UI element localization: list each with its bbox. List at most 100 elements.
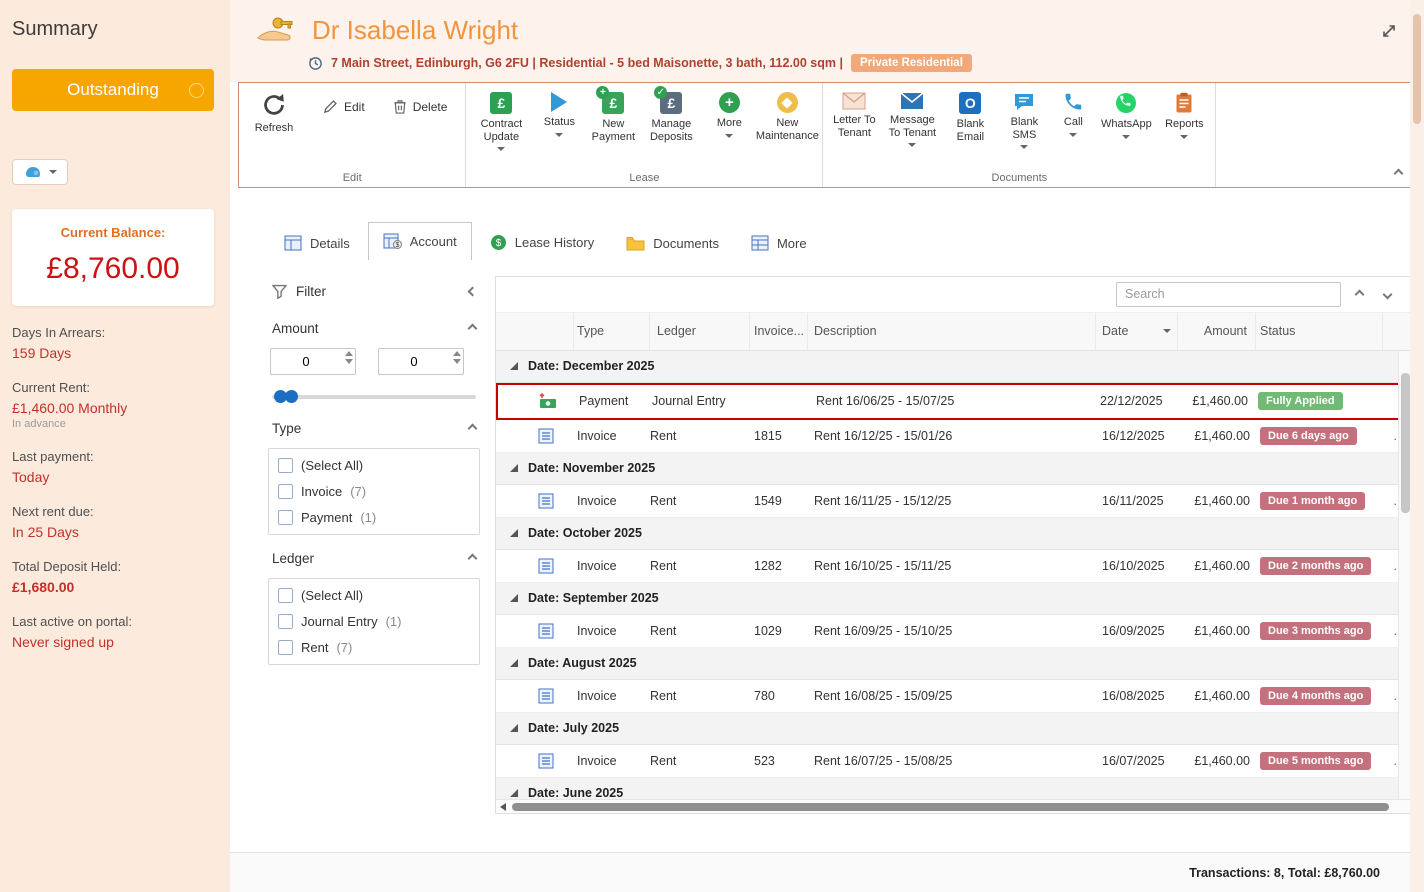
search-input[interactable] <box>1116 281 1341 307</box>
blank-sms-button[interactable]: Blank SMS <box>999 87 1049 150</box>
amount-max-field[interactable] <box>378 348 464 375</box>
outstanding-button[interactable]: Outstanding <box>12 69 214 111</box>
tab-lease-history[interactable]: $ Lease History <box>476 225 608 260</box>
history-icon[interactable] <box>308 56 323 71</box>
amount-min-field[interactable] <box>270 348 356 375</box>
spinner-up-icon[interactable] <box>345 351 353 356</box>
filter-section-amount[interactable]: Amount <box>268 321 480 336</box>
column-header-description[interactable]: Description <box>808 312 1096 350</box>
call-button[interactable]: Call <box>1053 87 1093 137</box>
group-header[interactable]: Date: October 2025 <box>496 517 1411 550</box>
message-to-tenant-button[interactable]: Message To Tenant <box>883 87 941 148</box>
column-header-status[interactable]: Status <box>1256 312 1383 350</box>
table-row[interactable]: Invoice Rent 1029 Rent 16/09/25 - 15/10/… <box>496 614 1411 648</box>
scrollbar-thumb[interactable] <box>1401 372 1410 513</box>
ledger-option-rent[interactable]: Rent (7) <box>278 640 470 655</box>
group-header[interactable]: Date: July 2025 <box>496 712 1411 745</box>
grid-header-row: Type Ledger Invoice... Description Date … <box>496 312 1411 351</box>
expand-icon[interactable] <box>1380 22 1398 40</box>
page-scrollbar[interactable] <box>1410 0 1424 892</box>
column-header-icon[interactable] <box>496 312 574 350</box>
edit-button[interactable]: Edit <box>317 95 371 118</box>
ribbon-collapse-button[interactable] <box>1389 165 1407 181</box>
grid-search-row <box>496 277 1411 313</box>
checkbox[interactable] <box>278 484 293 499</box>
group-expand-icon <box>510 594 518 603</box>
checkbox[interactable] <box>278 588 293 603</box>
letter-to-tenant-button[interactable]: Letter To Tenant <box>829 87 879 139</box>
message-icon <box>900 92 924 109</box>
group-header[interactable]: Date: August 2025 <box>496 647 1411 680</box>
amount-range-slider[interactable] <box>272 389 476 405</box>
column-header-ledger[interactable]: Ledger <box>650 312 750 350</box>
table-row[interactable]: Invoice Rent 1282 Rent 16/10/25 - 15/11/… <box>496 549 1411 583</box>
lease-more-button[interactable]: + More <box>704 87 754 138</box>
ribbon-toolbar: Refresh Edit Delete Edit £ Contract Upda… <box>238 82 1416 188</box>
new-maintenance-button[interactable]: New Maintenance <box>756 87 819 142</box>
type-option-select-all[interactable]: (Select All) <box>278 458 470 473</box>
group-expand-icon <box>510 464 518 473</box>
delete-button[interactable]: Delete <box>387 95 454 118</box>
tab-account[interactable]: $ Account <box>367 222 472 260</box>
group-header[interactable]: Date: June 2025 <box>496 777 1411 800</box>
contract-update-button[interactable]: £ Contract Update <box>472 87 530 152</box>
ribbon-group-lease: £ Contract Update Status £ + New Payment… <box>466 83 824 187</box>
tab-details[interactable]: Details <box>270 226 364 260</box>
spinner-down-icon[interactable] <box>453 359 461 364</box>
checkbox[interactable] <box>278 614 293 629</box>
whatsapp-button[interactable]: WhatsApp <box>1097 87 1155 139</box>
group-header[interactable]: Date: December 2025 <box>496 350 1411 383</box>
type-option-invoice[interactable]: Invoice (7) <box>278 484 470 499</box>
blank-email-button[interactable]: O Blank Email <box>945 87 995 143</box>
manage-deposits-button[interactable]: £ ✓ Manage Deposits <box>642 86 700 143</box>
table-row[interactable]: Invoice Rent 523 Rent 16/07/25 - 15/08/2… <box>496 744 1411 778</box>
spinner-down-icon[interactable] <box>345 359 353 364</box>
slider-track[interactable] <box>272 395 476 399</box>
refresh-button[interactable]: Refresh <box>245 87 303 135</box>
reports-button[interactable]: Reports <box>1159 87 1209 139</box>
status-badge: Due 2 months ago <box>1260 556 1372 575</box>
new-payment-button[interactable]: £ + New Payment <box>588 86 638 143</box>
scrollbar-thumb[interactable] <box>512 803 1389 812</box>
filter-dropdown-icon[interactable] <box>1163 329 1171 334</box>
checkbox[interactable] <box>278 510 293 525</box>
filter-section-ledger[interactable]: Ledger <box>268 551 480 566</box>
tab-documents[interactable]: Documents <box>612 227 733 260</box>
slider-handle-max[interactable] <box>285 390 298 403</box>
column-header-date[interactable]: Date <box>1096 312 1178 350</box>
column-header-invoice[interactable]: Invoice... <box>750 312 808 350</box>
amount-max-input[interactable] <box>379 349 463 374</box>
ledger-option-select-all[interactable]: (Select All) <box>278 588 470 603</box>
expand-all-button[interactable] <box>1377 284 1397 304</box>
table-row[interactable]: Invoice Rent 1815 Rent 16/12/25 - 15/01/… <box>496 419 1411 453</box>
grid-horizontal-scrollbar[interactable] <box>496 799 1411 813</box>
group-header[interactable]: Date: November 2025 <box>496 452 1411 485</box>
table-row[interactable]: Payment Journal Entry Rent 16/06/25 - 15… <box>496 382 1411 420</box>
checkbox[interactable] <box>278 458 293 473</box>
collapse-all-button[interactable] <box>1349 284 1369 304</box>
column-header-amount[interactable]: Amount <box>1178 312 1256 350</box>
filter-section-type[interactable]: Type <box>268 421 480 436</box>
table-row[interactable]: Invoice Rent 1549 Rent 16/11/25 - 15/12/… <box>496 484 1411 518</box>
column-header-type[interactable]: Type <box>574 312 650 350</box>
stat-last-payment: Last payment: Today <box>12 449 94 485</box>
collapse-panel-icon[interactable] <box>467 286 478 297</box>
status-button[interactable]: Status <box>534 87 584 137</box>
scrollbar-thumb[interactable] <box>1413 14 1421 124</box>
letter-icon <box>842 92 866 110</box>
ledger-option-journal-entry[interactable]: Journal Entry (1) <box>278 614 470 629</box>
chevron-down-icon <box>48 170 57 174</box>
checkbox[interactable] <box>278 640 293 655</box>
spinner-up-icon[interactable] <box>453 351 461 356</box>
amount-min-input[interactable] <box>271 349 355 374</box>
chevron-down-icon <box>908 143 917 148</box>
scroll-left-icon[interactable] <box>500 803 506 812</box>
type-option-payment[interactable]: Payment (1) <box>278 510 470 525</box>
chevron-down-icon <box>1069 132 1078 137</box>
grid-body: Date: December 2025 Payment Journal Entr… <box>496 350 1411 800</box>
ribbon-group-edit: Refresh Edit Delete Edit <box>239 83 467 187</box>
group-header[interactable]: Date: September 2025 <box>496 582 1411 615</box>
table-row[interactable]: Invoice Rent 780 Rent 16/08/25 - 15/09/2… <box>496 679 1411 713</box>
tab-more[interactable]: More <box>737 226 821 260</box>
sidebar-quick-menu-button[interactable] <box>12 159 68 185</box>
